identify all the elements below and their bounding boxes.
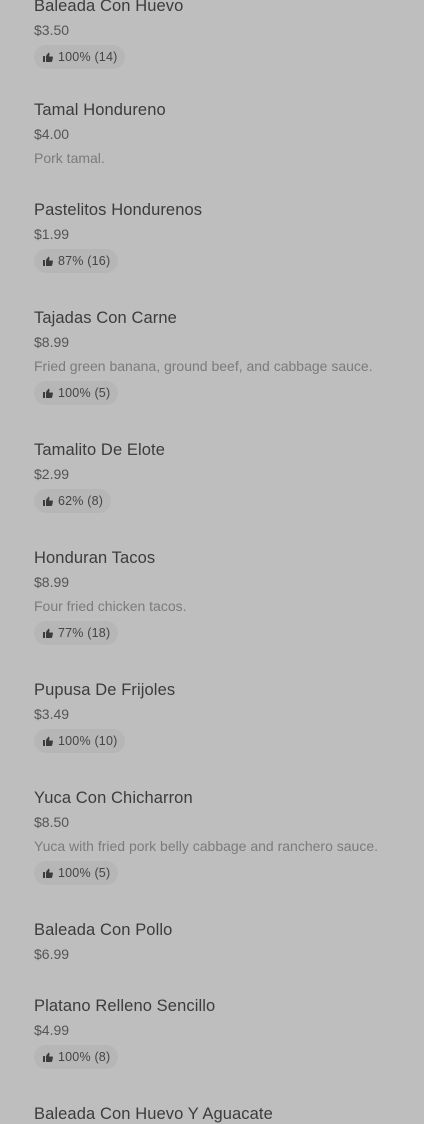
- menu-item-description: Pork tamal.: [34, 150, 105, 166]
- menu-item-name: Baleada Con Huevo: [34, 0, 184, 15]
- thumbs-up-icon: [42, 627, 54, 639]
- menu-item-price: $8.50: [34, 814, 70, 830]
- rating-text: 87% (16): [58, 254, 111, 268]
- rating-text: 100% (5): [58, 866, 111, 880]
- menu-item[interactable]: Yuca Con Chicharron $8.50 Yuca with fried …: [34, 788, 404, 885]
- menu-item[interactable]: Tamal Hondureno $4.00 Pork tamal.: [34, 100, 404, 167]
- menu-item[interactable]: Baleada Con Huevo Y Aguacate: [34, 1104, 404, 1124]
- rating-badge: 100% (10): [34, 729, 126, 753]
- rating-text: 100% (14): [58, 50, 118, 64]
- rating-text: 100% (10): [58, 734, 118, 748]
- rating-badge: 100% (8): [34, 1045, 119, 1069]
- rating-text: 100% (5): [58, 386, 111, 400]
- menu-item[interactable]: Platano Relleno Sencillo $4.99 100% (8): [34, 996, 404, 1069]
- menu-item[interactable]: Tamalito De Elote $2.99 62% (8): [34, 440, 404, 513]
- rating-text: 77% (18): [58, 626, 111, 640]
- menu-item[interactable]: Pupusa De Frijoles $3.49 100% (10): [34, 680, 404, 753]
- menu-item[interactable]: Pastelitos Hondurenos $1.99 87% (16): [34, 200, 404, 273]
- menu-item-description: Yuca with fried pork belly cabbage and r…: [34, 838, 378, 854]
- menu-item-name: Tajadas Con Carne: [34, 309, 177, 327]
- rating-text: 100% (8): [58, 1050, 111, 1064]
- thumbs-up-icon: [42, 387, 54, 399]
- menu-item-name: Honduran Tacos: [34, 549, 156, 567]
- menu-item-name: Tamalito De Elote: [34, 441, 166, 459]
- menu-item-name: Pastelitos Hondurenos: [34, 201, 203, 219]
- menu-item-description: Four fried chicken tacos.: [34, 598, 187, 614]
- menu-item-price: $4.00: [34, 126, 70, 142]
- menu-item-name: Baleada Con Huevo Y Aguacate: [34, 1105, 273, 1123]
- rating-badge: 100% (5): [34, 381, 119, 405]
- thumbs-up-icon: [42, 735, 54, 747]
- thumbs-up-icon: [42, 1051, 54, 1063]
- thumbs-up-icon: [42, 51, 54, 63]
- menu-item-name: Tamal Hondureno: [34, 101, 166, 119]
- rating-text: 62% (8): [58, 494, 104, 508]
- rating-badge: 87% (16): [34, 249, 119, 273]
- rating-badge: 100% (14): [34, 45, 126, 69]
- menu-item-description: Fried green banana, ground beef, and cab…: [34, 358, 373, 374]
- menu-item-price: $6.99: [34, 946, 70, 962]
- rating-badge: 62% (8): [34, 489, 112, 513]
- menu-item-name: Baleada Con Pollo: [34, 921, 173, 939]
- menu-item-name: Yuca Con Chicharron: [34, 789, 193, 807]
- menu-item-price: $8.99: [34, 334, 70, 350]
- thumbs-up-icon: [42, 495, 54, 507]
- menu-item[interactable]: Baleada Con Pollo $6.99: [34, 920, 404, 963]
- menu-item-price: $8.99: [34, 574, 70, 590]
- menu-item-price: $2.99: [34, 466, 70, 482]
- menu-item[interactable]: Tajadas Con Carne $8.99 Fried green banana…: [34, 308, 404, 405]
- menu-item-price: $3.50: [34, 22, 70, 38]
- menu-item[interactable]: Baleada Con Huevo $3.50 100% (14): [34, 0, 404, 69]
- menu-item[interactable]: Honduran Tacos $8.99 Four fried chicken ta…: [34, 548, 404, 645]
- menu-item-price: $3.49: [34, 706, 70, 722]
- rating-badge: 77% (18): [34, 621, 119, 645]
- menu-item-price: $1.99: [34, 226, 70, 242]
- menu-item-name: Platano Relleno Sencillo: [34, 997, 216, 1015]
- menu-item-name: Pupusa De Frijoles: [34, 681, 176, 699]
- thumbs-up-icon: [42, 867, 54, 879]
- menu-item-price: $4.99: [34, 1022, 70, 1038]
- thumbs-up-icon: [42, 255, 54, 267]
- rating-badge: 100% (5): [34, 861, 119, 885]
